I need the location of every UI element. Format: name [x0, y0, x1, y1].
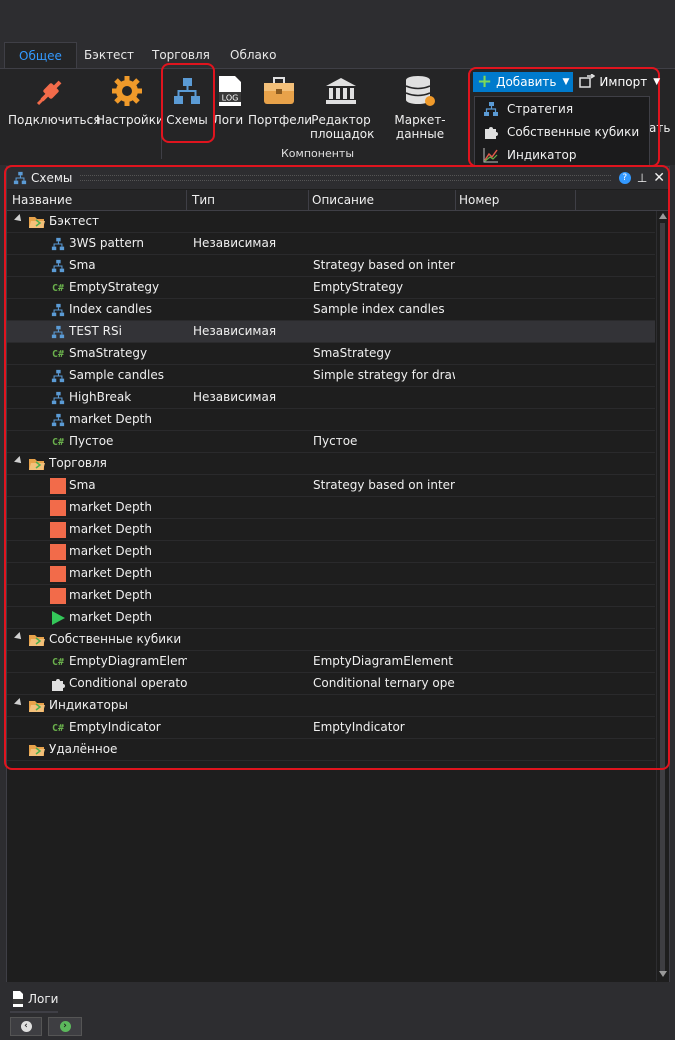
logs-label: Логи [212, 113, 244, 127]
market-data-label: Маркет-данные [394, 113, 446, 141]
components-group-label: Компоненты [281, 147, 355, 160]
portfolios-button[interactable]: Портфели [248, 73, 313, 127]
svg-text:LOG: LOG [222, 94, 239, 103]
plug-icon [33, 73, 69, 109]
menu-item-indicator[interactable]: Индикатор [475, 143, 649, 166]
import-button[interactable]: Импорт ▼ [573, 72, 666, 92]
tab-backtest[interactable]: Бэктест [70, 42, 148, 68]
portfolios-label: Портфели [248, 113, 313, 127]
connect-label: Подключиться [8, 113, 101, 127]
strategy-icon [475, 101, 507, 117]
log-file-icon: LOG [212, 73, 248, 109]
database-icon [402, 73, 438, 109]
forward-button[interactable]: › [48, 1017, 82, 1036]
menu-item-own-cubes[interactable]: Собственные кубики [475, 120, 649, 143]
highlight-schemes [161, 63, 215, 143]
import-label: Импорт [599, 75, 648, 89]
tab-cloud[interactable]: Облако [216, 42, 290, 68]
menu-item-label: Индикатор [507, 147, 577, 162]
arrow-right-icon: › [59, 1021, 71, 1032]
ribbon-tabs: Общее Бэктест Торговля Облако [0, 38, 675, 69]
puzzle-icon [475, 124, 507, 140]
plus-icon: + [477, 71, 493, 92]
gear-icon [109, 73, 145, 109]
bottom-bar: Логи ‹ › [0, 982, 675, 1040]
add-button[interactable]: + Добавить ▼ [473, 71, 574, 92]
connect-button[interactable]: Подключиться [8, 73, 100, 127]
settings-button[interactable]: Настройки [96, 73, 164, 127]
logs-tab-underline [10, 1011, 58, 1013]
logs-tab[interactable]: Логи [12, 988, 58, 1010]
add-dropdown-menu: Стратегия Собственные кубики Индикатор [474, 96, 650, 166]
bank-icon [323, 73, 359, 109]
platform-editor-label-1: Редактор [311, 113, 371, 127]
add-label: Добавить [496, 75, 557, 89]
arrow-left-icon: ‹ [20, 1021, 32, 1032]
tab-general[interactable]: Общее [4, 42, 77, 69]
menu-item-label: Стратегия [507, 101, 574, 116]
logs-tab-label: Логи [28, 992, 59, 1006]
settings-label: Настройки [96, 113, 164, 127]
platform-editor-label-2: площадок [310, 127, 375, 141]
logs-button[interactable]: LOG Логи [212, 73, 244, 127]
briefcase-icon [261, 73, 297, 109]
chevron-down-icon: ▼ [653, 77, 661, 87]
market-data-button[interactable]: Маркет-данные [374, 73, 466, 141]
title-bar [0, 0, 675, 38]
log-file-icon [12, 991, 24, 1007]
import-icon [579, 72, 596, 91]
highlight-schemes-panel [4, 165, 670, 770]
indicator-icon [475, 147, 507, 163]
menu-item-strategy[interactable]: Стратегия [475, 97, 649, 120]
menu-item-label: Собственные кубики [507, 124, 640, 139]
back-button[interactable]: ‹ [10, 1017, 42, 1036]
platform-editor-button[interactable]: Редактор площадок [310, 73, 375, 141]
chevron-down-icon: ▼ [562, 77, 570, 87]
add-import-toolbar: + Добавить ▼ Импорт ▼ [473, 72, 666, 92]
scroll-down-icon[interactable] [659, 971, 667, 977]
